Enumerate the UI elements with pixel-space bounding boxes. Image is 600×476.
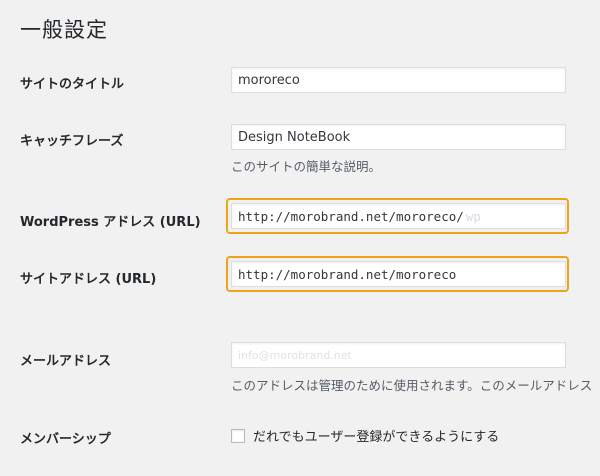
email-description: このアドレスは管理のために使用されます。このメールアドレス	[231, 378, 593, 393]
email-label: メールアドレス	[20, 354, 112, 369]
wp-address-input[interactable]: http://morobrand.net/mororeco/wp	[231, 203, 566, 229]
site-title-input[interactable]: mororeco	[231, 67, 566, 93]
site-address-value: http://morobrand.net/mororeco	[238, 266, 457, 282]
wp-address-blurred-tail: wp	[465, 208, 481, 224]
site-address-input[interactable]: http://morobrand.net/mororeco	[231, 261, 566, 287]
membership-option[interactable]: だれでもユーザー登録ができるようにする	[231, 426, 499, 445]
email-value: info@morobrand.net	[238, 348, 352, 362]
tagline-input[interactable]: Design NoteBook	[231, 124, 566, 150]
tagline-label: キャッチフレーズ	[20, 134, 124, 149]
tagline-description: このサイトの簡単な説明。	[231, 159, 382, 174]
membership-label: メンバーシップ	[20, 432, 111, 447]
page-title: 一般設定	[20, 18, 108, 42]
wp-address-label: WordPress アドレス (URL)	[20, 215, 201, 230]
site-title-label: サイトのタイトル	[20, 77, 125, 92]
membership-checkbox-label[interactable]: だれでもユーザー登録ができるようにする	[253, 426, 499, 445]
tagline-value: Design NoteBook	[238, 129, 351, 145]
wp-address-value: http://morobrand.net/mororeco/	[238, 208, 464, 224]
membership-checkbox[interactable]	[231, 428, 245, 443]
email-input[interactable]: info@morobrand.net	[231, 342, 566, 368]
site-title-value: mororeco	[238, 72, 300, 88]
site-address-label: サイトアドレス (URL)	[20, 272, 157, 287]
